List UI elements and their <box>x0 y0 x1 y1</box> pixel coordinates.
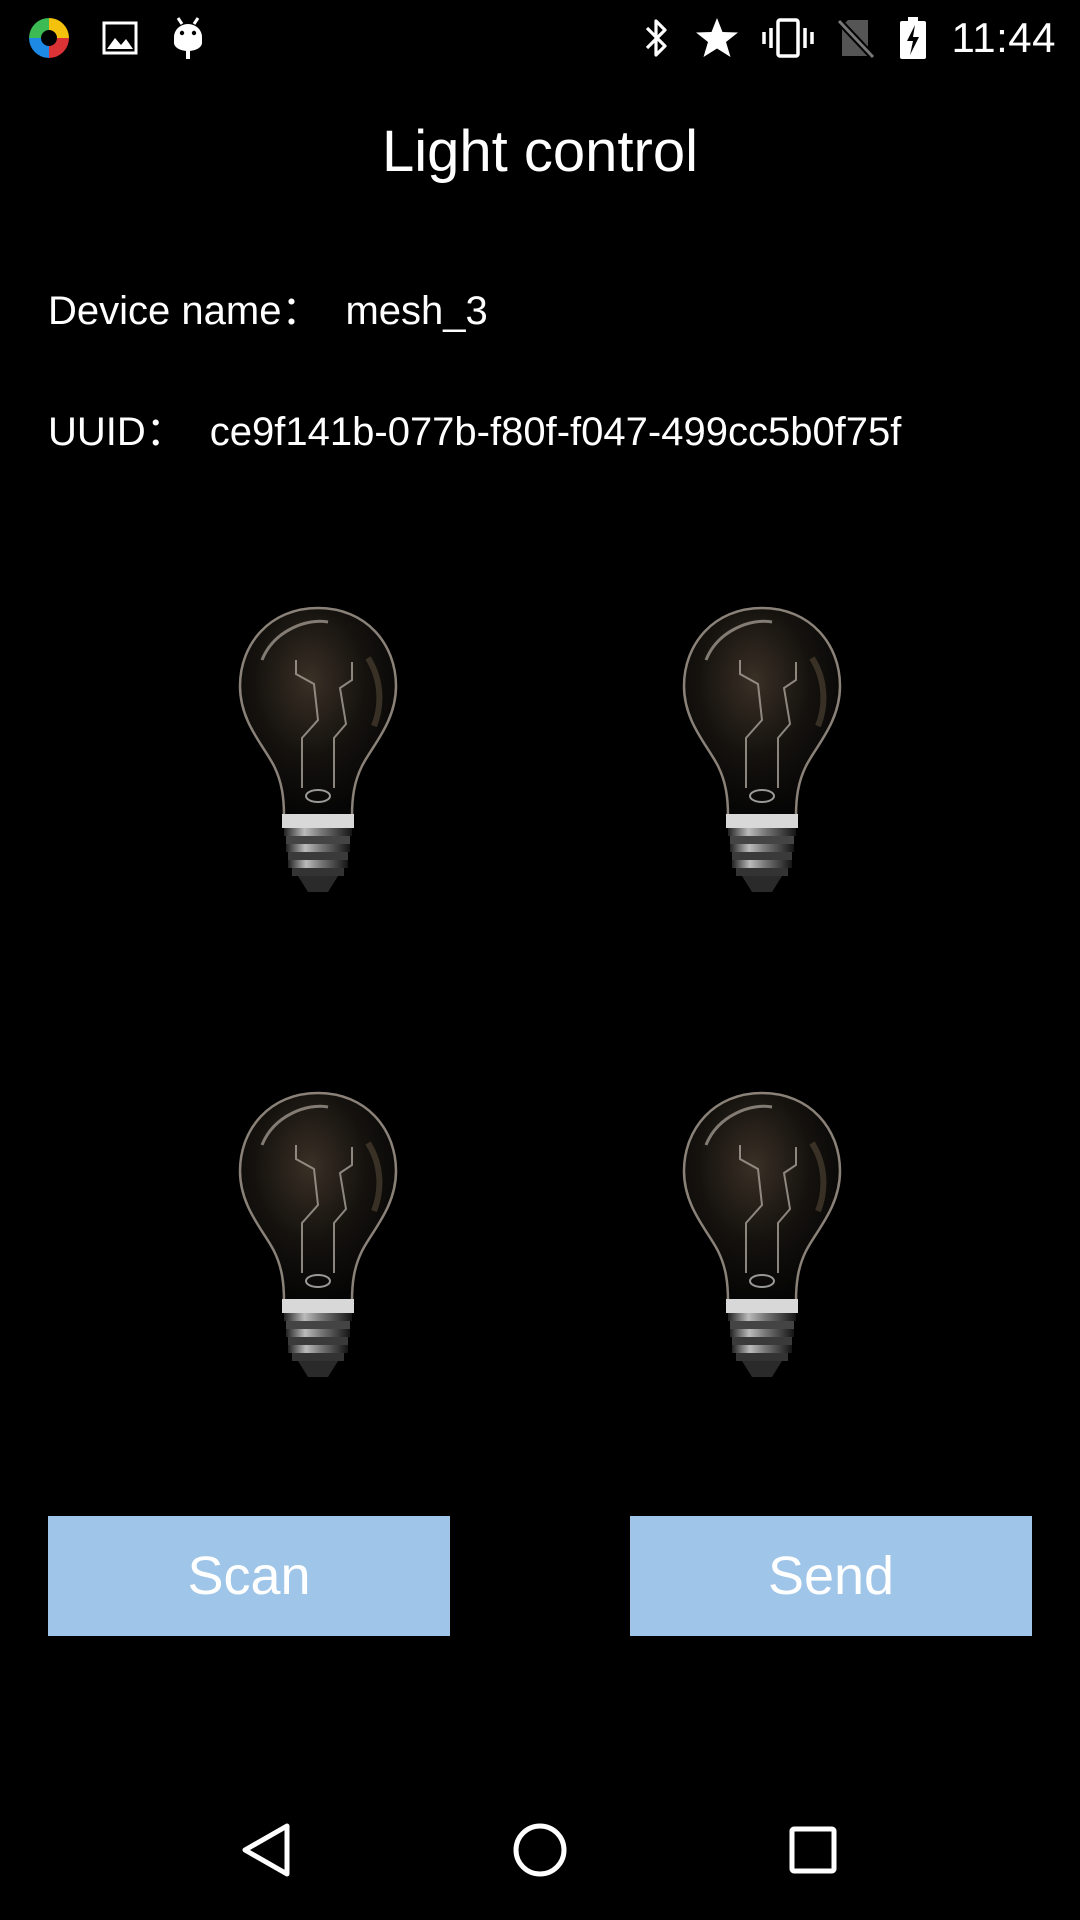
uuid-label: UUID： <box>48 410 186 454</box>
uuid-row: UUID： ce9f141b-077b-f80f-f047-499cc5b0f7… <box>48 399 901 457</box>
vibrate-icon <box>761 16 814 60</box>
no-sim-icon <box>835 16 876 60</box>
home-icon <box>513 1823 567 1877</box>
light-bulb-icon <box>218 1073 418 1398</box>
star-icon <box>694 16 740 60</box>
light-bulb-3[interactable] <box>158 1045 478 1425</box>
light-bulb-2[interactable] <box>602 560 922 940</box>
page-title: Light control <box>382 119 698 184</box>
scan-button[interactable]: Scan <box>48 1516 450 1636</box>
bluetooth-icon <box>642 16 672 60</box>
back-button[interactable] <box>222 1805 312 1895</box>
uuid-value: ce9f141b-077b-f80f-f047-499cc5b0f75f <box>209 410 902 454</box>
image-icon <box>100 18 140 58</box>
navigation-bar <box>0 1780 1080 1920</box>
status-bar: 11:44 <box>0 0 1080 75</box>
light-bulb-1[interactable] <box>158 560 478 940</box>
system-status-icons: 11:44 <box>620 14 1057 62</box>
colorful-app-icon <box>26 15 72 61</box>
back-icon <box>242 1823 290 1877</box>
device-name-label: Device name： <box>48 289 322 333</box>
send-button[interactable]: Send <box>630 1516 1032 1636</box>
recents-icon <box>789 1826 837 1874</box>
light-bulb-icon <box>218 588 418 913</box>
light-control-screen: 11:44 Light control Device name： mesh_3 … <box>0 0 1080 1920</box>
light-bulb-4[interactable] <box>602 1045 922 1425</box>
battery-charging-icon <box>898 15 928 61</box>
notification-icons <box>26 15 236 61</box>
home-button[interactable] <box>495 1805 585 1895</box>
device-name-value: mesh_3 <box>345 289 488 333</box>
recents-button[interactable] <box>768 1805 858 1895</box>
light-bulb-icon <box>662 1073 862 1398</box>
android-debug-icon <box>168 15 208 61</box>
device-name-row: Device name： mesh_3 <box>48 278 488 336</box>
clock: 11:44 <box>951 13 1056 61</box>
light-bulb-icon <box>662 588 862 913</box>
